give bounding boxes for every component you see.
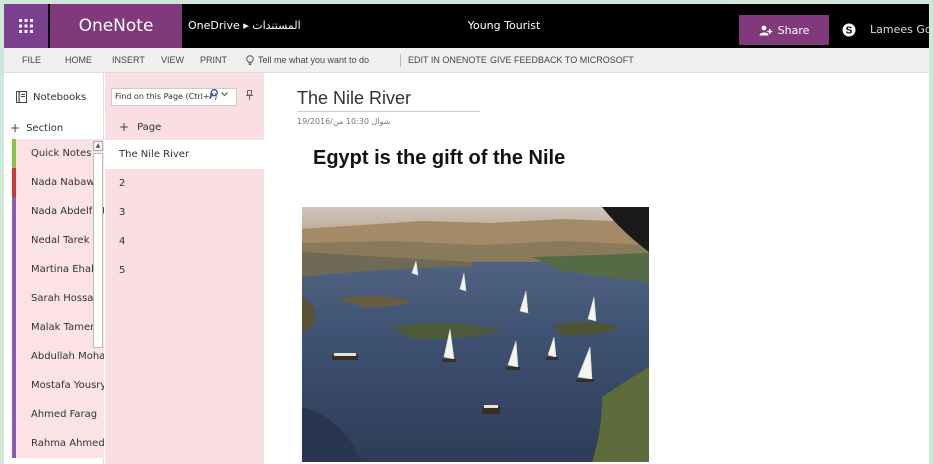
add-section-button[interactable]: + Section	[10, 121, 63, 135]
waffle-icon	[19, 19, 33, 33]
onenote-window: OneNote Online OneDrive ▸ المستندات Youn…	[0, 0, 933, 464]
section-scrollbar[interactable]	[93, 153, 103, 348]
user-name[interactable]: Lamees Gouda	[870, 15, 929, 45]
scroll-up-arrow-icon[interactable]: ▲	[93, 141, 103, 151]
section-list: Quick NotesNada NabawyNada AbdelfattahNe…	[12, 139, 104, 458]
page-date: 19/2016/شوال 10:30 من	[297, 117, 391, 126]
document-title[interactable]: Young Tourist	[444, 4, 564, 48]
tab-file[interactable]: FILE	[22, 48, 41, 73]
lightbulb-icon	[246, 55, 254, 65]
page-list: The Nile River 2 3 4 5	[105, 140, 264, 285]
share-label: Share	[777, 23, 810, 37]
section-item[interactable]: Ahmed Farag	[12, 400, 104, 429]
pin-icon[interactable]	[246, 90, 253, 103]
page-item[interactable]: 5	[105, 256, 264, 285]
tab-insert[interactable]: INSERT	[112, 48, 145, 73]
page-pane: Find on this Page (Ctrl+F) + Page The Ni…	[105, 73, 264, 464]
notebooks-button[interactable]: Notebooks	[16, 91, 86, 103]
search-icon[interactable]	[209, 89, 218, 99]
tell-me-text: Tell me what you want to do	[258, 55, 370, 65]
tab-home[interactable]: HOME	[65, 48, 92, 73]
add-page-label: Page	[137, 121, 162, 133]
page-item[interactable]: 2	[105, 169, 264, 198]
section-item[interactable]: Abdullah Mohamed	[12, 342, 104, 371]
page-item-active[interactable]: The Nile River	[105, 140, 264, 169]
skype-icon: S	[842, 23, 856, 37]
search-controls	[209, 89, 228, 99]
give-feedback-link[interactable]: GIVE FEEDBACK TO MICROSOFT	[490, 48, 634, 73]
add-page-button[interactable]: + Page	[119, 120, 161, 134]
notebook-pane: Notebooks + Section Quick Notes Nada Naba…	[4, 73, 104, 464]
app-launcher-button[interactable]	[4, 4, 48, 48]
share-people-icon	[759, 25, 772, 35]
svg-text:S: S	[846, 26, 853, 37]
add-section-label: Section	[26, 122, 64, 134]
notebooks-label: Notebooks	[33, 91, 87, 103]
nile-river-photo[interactable]	[302, 207, 649, 462]
nile-river-image	[302, 207, 649, 462]
section-item[interactable]: Rahma Ahmed	[12, 429, 104, 458]
section-item[interactable]: Martina Ehab	[12, 255, 104, 284]
page-heading[interactable]: Egypt is the gift of the Nile	[313, 147, 565, 170]
page-item[interactable]: 4	[105, 227, 264, 256]
ribbon-divider	[400, 54, 401, 67]
section-item[interactable]: Nada Abdelfattah	[12, 197, 104, 226]
page-item[interactable]: 3	[105, 198, 264, 227]
section-item[interactable]: Mostafa Yousry	[12, 371, 104, 400]
section-item[interactable]: Quick Notes	[12, 139, 104, 168]
plus-icon: +	[119, 120, 130, 134]
top-bar: OneNote Online OneDrive ▸ المستندات Youn…	[4, 4, 929, 80]
section-item[interactable]: Sarah Hossam	[12, 284, 104, 313]
tell-me-box[interactable]: Tell me what you want to do	[246, 48, 369, 73]
section-item[interactable]: Malak Tamer	[12, 313, 104, 342]
tab-print[interactable]: PRINT	[200, 48, 227, 73]
breadcrumb[interactable]: OneDrive ▸ المستندات	[188, 4, 301, 48]
page-title[interactable]: The Nile River	[297, 88, 480, 112]
section-item[interactable]: Nedal Tarek	[12, 226, 104, 255]
skype-button[interactable]: S	[833, 15, 865, 45]
plus-icon: +	[10, 121, 21, 135]
page-canvas[interactable]: The Nile River 19/2016/شوال 10:30 من Egy…	[264, 73, 929, 464]
edit-in-onenote-link[interactable]: EDIT IN ONENOTE	[408, 48, 487, 73]
notebook-icon	[16, 91, 27, 103]
search-placeholder: Find on this Page (Ctrl+F)	[115, 92, 218, 101]
chevron-down-icon[interactable]	[221, 91, 228, 97]
app-name[interactable]: OneNote Online	[50, 4, 182, 80]
tab-view[interactable]: VIEW	[161, 48, 184, 73]
section-item[interactable]: Nada Nabawy	[12, 168, 104, 197]
share-button[interactable]: Share	[739, 15, 829, 45]
ribbon: FILE HOME INSERT VIEW PRINT Tell me what…	[4, 48, 929, 73]
